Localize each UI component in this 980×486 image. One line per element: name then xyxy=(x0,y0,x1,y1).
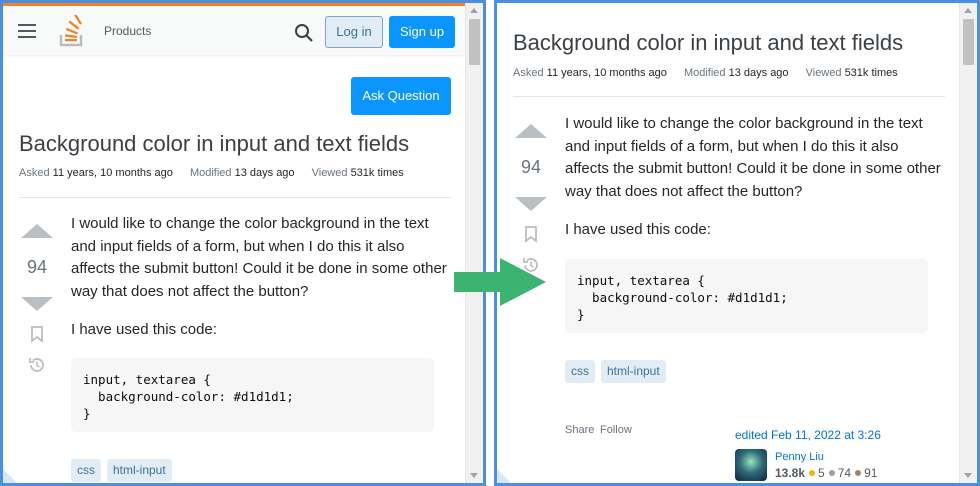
scroll-up-icon[interactable] xyxy=(964,8,972,13)
scrollbar[interactable] xyxy=(959,3,977,483)
vote-up-icon[interactable] xyxy=(21,224,53,238)
vote-down-icon[interactable] xyxy=(21,297,53,311)
top-bar: Products Log in Sign up xyxy=(3,3,465,55)
follow-link[interactable]: Follow xyxy=(600,424,632,436)
ask-question-button[interactable]: Ask Question xyxy=(351,77,451,115)
scroll-down-icon[interactable] xyxy=(470,473,478,478)
signup-button[interactable]: Sign up xyxy=(389,16,455,48)
tag-css[interactable]: css xyxy=(71,459,101,482)
stackoverflow-logo-icon[interactable] xyxy=(58,15,86,47)
left-screenshot: Products Log in Sign up Ask Question Bac… xyxy=(0,0,486,486)
tag-css[interactable]: css xyxy=(565,360,595,383)
user-name[interactable]: Penny Liu xyxy=(775,451,824,463)
code-block: input, textarea { background-color: #d1d… xyxy=(565,259,928,333)
bookmark-icon[interactable] xyxy=(28,325,46,343)
right-screenshot: Background color in input and text field… xyxy=(494,0,980,486)
edited-link[interactable]: edited Feb 11, 2022 at 3:26 xyxy=(735,428,881,442)
question-paragraph: I have used this code: xyxy=(565,221,711,238)
hamburger-icon[interactable] xyxy=(18,24,36,38)
history-icon[interactable] xyxy=(28,356,46,374)
scroll-thumb[interactable] xyxy=(963,19,974,65)
corner-marker xyxy=(497,469,511,483)
scroll-up-icon[interactable] xyxy=(470,8,478,13)
scroll-thumb[interactable] xyxy=(469,19,480,65)
scrollbar[interactable] xyxy=(465,3,483,483)
page-title[interactable]: Background color in input and text field… xyxy=(513,30,903,56)
code-block: input, textarea { background-color: #d1d… xyxy=(71,358,434,432)
divider xyxy=(19,197,451,198)
vote-count: 94 xyxy=(26,257,48,277)
question-meta: Asked 11 years, 10 months ago Modified 1… xyxy=(19,167,404,179)
question-paragraph: I would like to change the color backgro… xyxy=(71,215,447,300)
vote-count: 94 xyxy=(520,157,542,177)
share-link[interactable]: Share xyxy=(565,424,594,436)
question-paragraph: I have used this code: xyxy=(71,321,217,338)
nav-products[interactable]: Products xyxy=(104,24,151,38)
right-arrow-icon xyxy=(454,258,546,306)
login-button[interactable]: Log in xyxy=(325,16,383,48)
avatar[interactable] xyxy=(735,449,767,481)
divider xyxy=(513,96,945,97)
tag-html-input[interactable]: html-input xyxy=(601,360,666,383)
search-icon[interactable] xyxy=(294,23,314,43)
question-paragraph: I would like to change the color backgro… xyxy=(565,115,941,200)
bookmark-icon[interactable] xyxy=(522,225,540,243)
page-title[interactable]: Background color in input and text field… xyxy=(19,131,409,157)
scroll-down-icon[interactable] xyxy=(964,473,972,478)
corner-marker xyxy=(3,469,17,483)
vote-down-icon[interactable] xyxy=(515,197,547,211)
question-meta: Asked 11 years, 10 months ago Modified 1… xyxy=(513,67,898,79)
tag-html-input[interactable]: html-input xyxy=(107,459,172,482)
user-reputation: 13.8k 5 74 91 xyxy=(775,466,878,480)
vote-up-icon[interactable] xyxy=(515,124,547,138)
